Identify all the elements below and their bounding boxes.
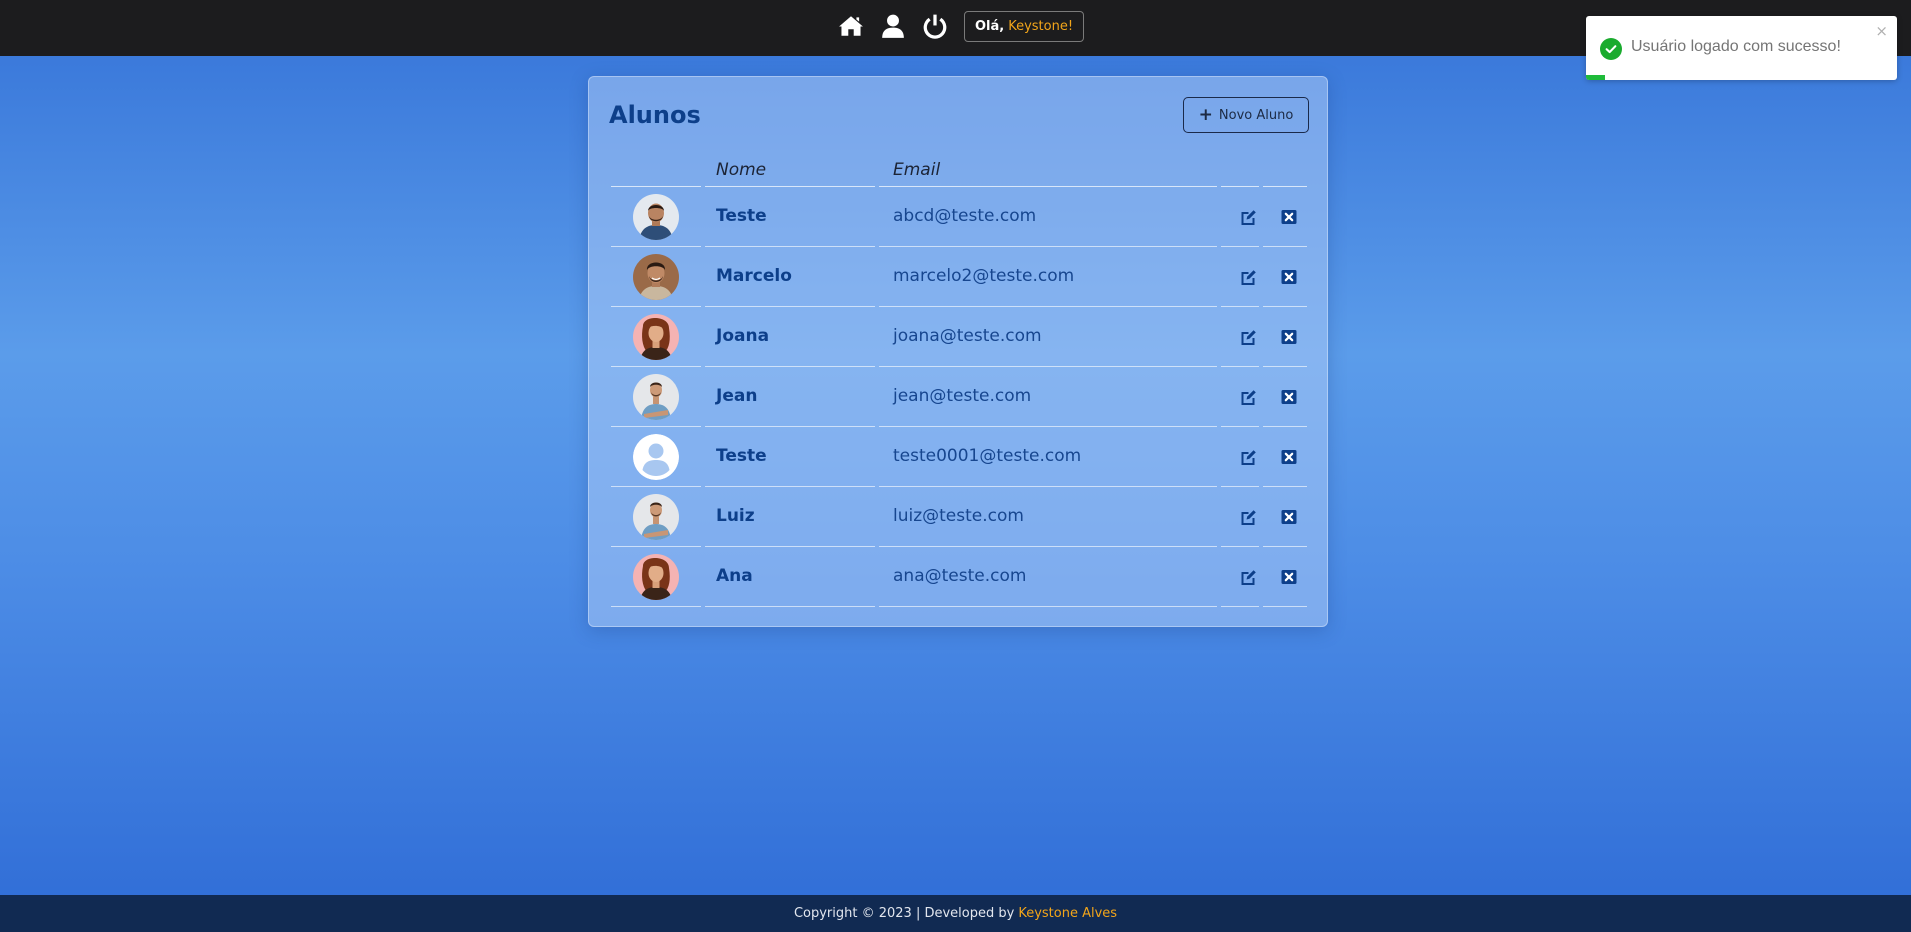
student-name[interactable]: Joana bbox=[716, 326, 769, 346]
table-row: Joana joana@teste.com bbox=[611, 307, 1307, 367]
student-email: ana@teste.com bbox=[893, 566, 1027, 586]
edit-icon[interactable] bbox=[1239, 508, 1257, 526]
table-row: Luiz luiz@teste.com bbox=[611, 487, 1307, 547]
check-circle-icon bbox=[1600, 38, 1622, 60]
power-icon[interactable] bbox=[920, 11, 950, 41]
delete-icon[interactable] bbox=[1280, 568, 1298, 586]
toast-progress-bar bbox=[1586, 75, 1605, 80]
home-icon[interactable] bbox=[836, 11, 866, 41]
plus-icon: + bbox=[1198, 104, 1213, 125]
user-icon[interactable] bbox=[878, 11, 908, 41]
delete-icon[interactable] bbox=[1280, 268, 1298, 286]
student-name[interactable]: Ana bbox=[716, 566, 753, 586]
delete-icon[interactable] bbox=[1280, 328, 1298, 346]
table-row: Ana ana@teste.com bbox=[611, 547, 1307, 607]
students-card: Alunos + Novo Aluno Nome Email Teste abcd… bbox=[588, 76, 1328, 627]
avatar bbox=[633, 494, 679, 540]
student-name[interactable]: Teste bbox=[716, 446, 767, 466]
student-name[interactable]: Teste bbox=[716, 206, 767, 226]
student-email: luiz@teste.com bbox=[893, 506, 1024, 526]
student-email: abcd@teste.com bbox=[893, 206, 1037, 226]
row-divider bbox=[1263, 606, 1307, 607]
table-row: Teste abcd@teste.com bbox=[611, 187, 1307, 247]
column-header-name: Nome bbox=[716, 160, 767, 180]
row-divider bbox=[879, 606, 1217, 607]
edit-icon[interactable] bbox=[1239, 388, 1257, 406]
student-name[interactable]: Luiz bbox=[716, 506, 755, 526]
avatar bbox=[633, 314, 679, 360]
new-student-button[interactable]: + Novo Aluno bbox=[1183, 97, 1309, 133]
success-toast: Usuário logado com sucesso! × bbox=[1586, 16, 1897, 80]
new-student-label: Novo Aluno bbox=[1218, 107, 1294, 123]
greeting-badge: Olá, Keystone! bbox=[964, 10, 1085, 42]
table-row: Teste teste0001@teste.com bbox=[611, 427, 1307, 487]
student-name[interactable]: Marcelo bbox=[716, 266, 792, 286]
nav-group: Olá, Keystone! bbox=[836, 10, 1085, 42]
edit-icon[interactable] bbox=[1239, 268, 1257, 286]
toast-message: Usuário logado com sucesso! bbox=[1631, 38, 1841, 55]
student-name[interactable]: Jean bbox=[716, 386, 757, 406]
edit-icon[interactable] bbox=[1239, 208, 1257, 226]
student-email: jean@teste.com bbox=[893, 386, 1032, 406]
avatar bbox=[633, 194, 679, 240]
delete-icon[interactable] bbox=[1280, 388, 1298, 406]
edit-icon[interactable] bbox=[1239, 448, 1257, 466]
close-icon[interactable]: × bbox=[1875, 22, 1888, 40]
avatar bbox=[633, 434, 679, 480]
footer-copyright: Copyright © 2023 | Developed by bbox=[793, 906, 1015, 921]
page-title: Alunos bbox=[609, 101, 701, 129]
row-divider bbox=[705, 606, 875, 607]
delete-icon[interactable] bbox=[1280, 508, 1298, 526]
column-header-email: Email bbox=[893, 160, 941, 180]
table-row: Marcelo marcelo2@teste.com bbox=[611, 247, 1307, 307]
delete-icon[interactable] bbox=[1280, 208, 1298, 226]
greeting-username: Keystone! bbox=[1008, 18, 1074, 34]
delete-icon[interactable] bbox=[1280, 448, 1298, 466]
student-email: joana@teste.com bbox=[893, 326, 1042, 346]
avatar bbox=[633, 374, 679, 420]
greeting-prefix: Olá, bbox=[975, 18, 1005, 34]
footer: Copyright © 2023 | Developed by Keystone… bbox=[0, 895, 1911, 932]
student-email: marcelo2@teste.com bbox=[893, 266, 1075, 286]
footer-author-link[interactable]: Keystone Alves bbox=[1018, 906, 1117, 921]
table-row: Jean jean@teste.com bbox=[611, 367, 1307, 427]
row-divider bbox=[611, 606, 701, 607]
student-email: teste0001@teste.com bbox=[893, 446, 1082, 466]
edit-icon[interactable] bbox=[1239, 568, 1257, 586]
avatar bbox=[633, 554, 679, 600]
edit-icon[interactable] bbox=[1239, 328, 1257, 346]
row-divider bbox=[1221, 606, 1259, 607]
avatar bbox=[633, 254, 679, 300]
